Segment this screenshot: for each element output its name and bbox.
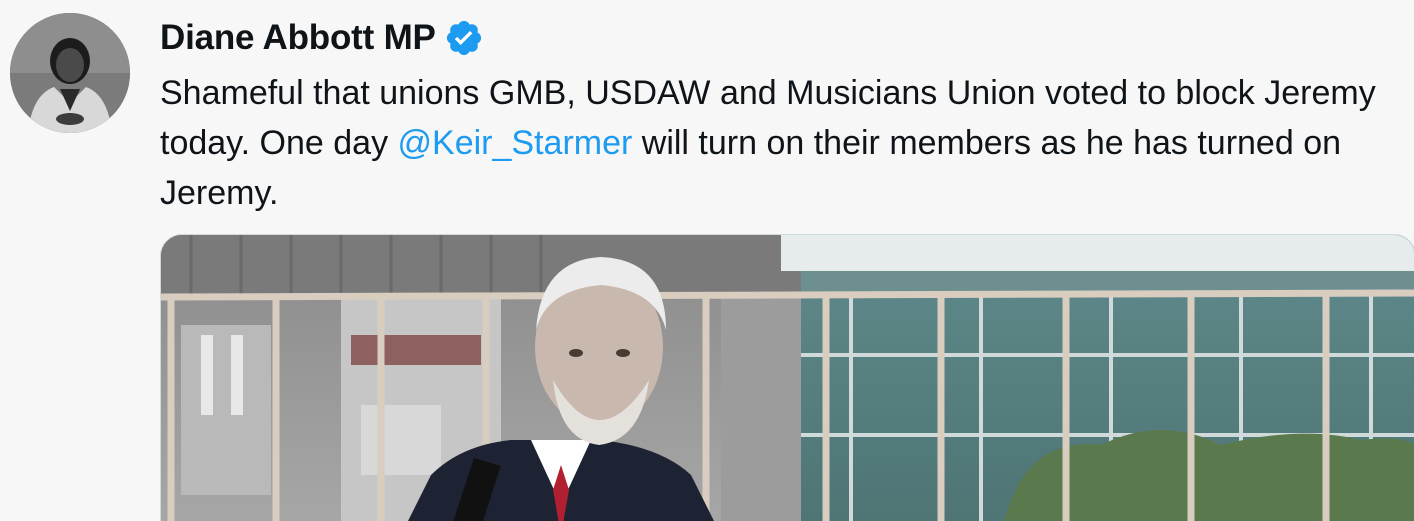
- author-name[interactable]: Diane Abbott MP: [160, 18, 436, 58]
- tweet-header: Diane Abbott MP: [160, 14, 484, 62]
- tweet-text: Shameful that unions GMB, USDAW and Musi…: [160, 68, 1410, 218]
- author-avatar[interactable]: [10, 13, 130, 133]
- mention-link[interactable]: @Keir_Starmer: [398, 124, 633, 162]
- tweet-media-photo[interactable]: [160, 234, 1414, 521]
- verified-badge-icon[interactable]: [444, 18, 484, 58]
- tweet-card[interactable]: Diane Abbott MP Shameful that unions GMB…: [0, 0, 1414, 521]
